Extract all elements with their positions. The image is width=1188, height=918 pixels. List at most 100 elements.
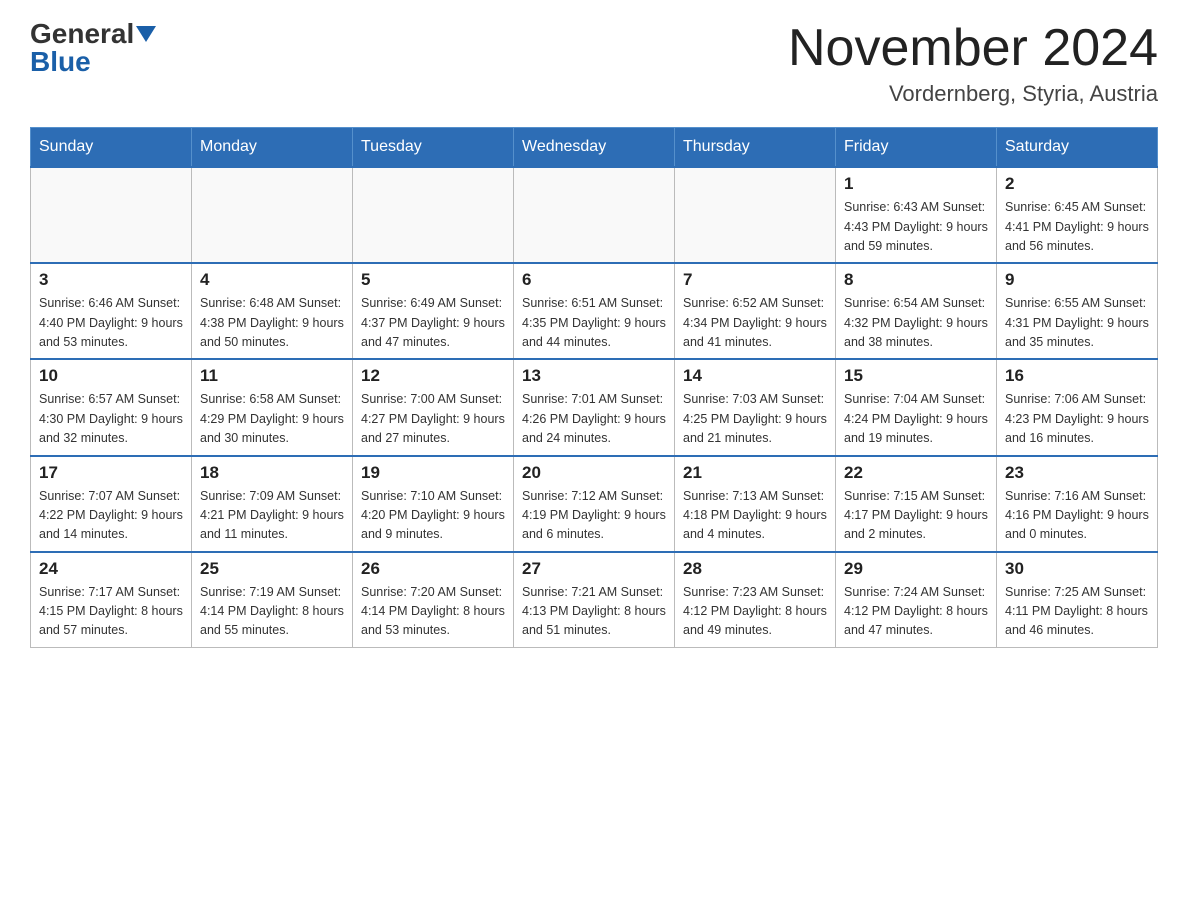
day-info: Sunrise: 6:48 AM Sunset: 4:38 PM Dayligh…	[200, 294, 344, 352]
calendar-cell	[31, 167, 192, 263]
calendar-cell: 4 Sunrise: 6:48 AM Sunset: 4:38 PM Daylig…	[192, 263, 353, 359]
day-info: Sunrise: 6:55 AM Sunset: 4:31 PM Dayligh…	[1005, 294, 1149, 352]
day-number: 28	[683, 559, 827, 579]
calendar-cell: 19 Sunrise: 7:10 AM Sunset: 4:20 PM Dayli…	[353, 456, 514, 552]
logo-triangle-icon	[136, 26, 156, 42]
day-info: Sunrise: 6:57 AM Sunset: 4:30 PM Dayligh…	[39, 390, 183, 448]
calendar-cell: 10Sunrise: 6:57 AM Sunset: 4:30 PM Dayli…	[31, 359, 192, 455]
day-number: 13	[522, 366, 666, 386]
calendar-cell: 11 Sunrise: 6:58 AM Sunset: 4:29 PM Dayli…	[192, 359, 353, 455]
week-row-3: 10Sunrise: 6:57 AM Sunset: 4:30 PM Dayli…	[31, 359, 1158, 455]
week-row-1: 1 Sunrise: 6:43 AM Sunset: 4:43 PM Daylig…	[31, 167, 1158, 263]
day-info: Sunrise: 6:58 AM Sunset: 4:29 PM Dayligh…	[200, 390, 344, 448]
calendar-cell	[353, 167, 514, 263]
day-info: Sunrise: 7:25 AM Sunset: 4:11 PM Dayligh…	[1005, 583, 1149, 641]
day-info: Sunrise: 7:01 AM Sunset: 4:26 PM Dayligh…	[522, 390, 666, 448]
day-number: 18	[200, 463, 344, 483]
day-number: 22	[844, 463, 988, 483]
weekday-header-monday: Monday	[192, 128, 353, 168]
day-number: 2	[1005, 174, 1149, 194]
day-number: 9	[1005, 270, 1149, 290]
week-row-2: 3 Sunrise: 6:46 AM Sunset: 4:40 PM Daylig…	[31, 263, 1158, 359]
calendar-cell: 1 Sunrise: 6:43 AM Sunset: 4:43 PM Daylig…	[836, 167, 997, 263]
day-info: Sunrise: 7:15 AM Sunset: 4:17 PM Dayligh…	[844, 487, 988, 545]
day-number: 23	[1005, 463, 1149, 483]
day-info: Sunrise: 7:04 AM Sunset: 4:24 PM Dayligh…	[844, 390, 988, 448]
day-info: Sunrise: 7:10 AM Sunset: 4:20 PM Dayligh…	[361, 487, 505, 545]
month-title: November 2024	[788, 20, 1158, 77]
calendar-cell: 7 Sunrise: 6:52 AM Sunset: 4:34 PM Daylig…	[675, 263, 836, 359]
day-number: 6	[522, 270, 666, 290]
week-row-4: 17 Sunrise: 7:07 AM Sunset: 4:22 PM Dayli…	[31, 456, 1158, 552]
day-info: Sunrise: 7:17 AM Sunset: 4:15 PM Dayligh…	[39, 583, 183, 641]
day-info: Sunrise: 6:54 AM Sunset: 4:32 PM Dayligh…	[844, 294, 988, 352]
calendar-cell: 3 Sunrise: 6:46 AM Sunset: 4:40 PM Daylig…	[31, 263, 192, 359]
day-info: Sunrise: 7:09 AM Sunset: 4:21 PM Dayligh…	[200, 487, 344, 545]
page-header: General Blue November 2024 Vordernberg, …	[30, 20, 1158, 107]
day-info: Sunrise: 6:43 AM Sunset: 4:43 PM Dayligh…	[844, 198, 988, 256]
calendar-cell: 13 Sunrise: 7:01 AM Sunset: 4:26 PM Dayli…	[514, 359, 675, 455]
day-info: Sunrise: 7:00 AM Sunset: 4:27 PM Dayligh…	[361, 390, 505, 448]
day-number: 25	[200, 559, 344, 579]
day-number: 3	[39, 270, 183, 290]
calendar-cell: 9 Sunrise: 6:55 AM Sunset: 4:31 PM Daylig…	[997, 263, 1158, 359]
day-number: 4	[200, 270, 344, 290]
day-info: Sunrise: 6:51 AM Sunset: 4:35 PM Dayligh…	[522, 294, 666, 352]
day-number: 1	[844, 174, 988, 194]
weekday-header-row: SundayMondayTuesdayWednesdayThursdayFrid…	[31, 128, 1158, 168]
calendar-cell: 20 Sunrise: 7:12 AM Sunset: 4:19 PM Dayli…	[514, 456, 675, 552]
week-row-5: 24 Sunrise: 7:17 AM Sunset: 4:15 PM Dayli…	[31, 552, 1158, 648]
calendar-cell: 27Sunrise: 7:21 AM Sunset: 4:13 PM Dayli…	[514, 552, 675, 648]
day-number: 17	[39, 463, 183, 483]
day-number: 29	[844, 559, 988, 579]
day-info: Sunrise: 6:52 AM Sunset: 4:34 PM Dayligh…	[683, 294, 827, 352]
day-info: Sunrise: 7:13 AM Sunset: 4:18 PM Dayligh…	[683, 487, 827, 545]
day-number: 21	[683, 463, 827, 483]
weekday-header-friday: Friday	[836, 128, 997, 168]
calendar-cell: 21 Sunrise: 7:13 AM Sunset: 4:18 PM Dayli…	[675, 456, 836, 552]
day-info: Sunrise: 7:24 AM Sunset: 4:12 PM Dayligh…	[844, 583, 988, 641]
day-number: 12	[361, 366, 505, 386]
day-number: 19	[361, 463, 505, 483]
day-number: 26	[361, 559, 505, 579]
weekday-header-saturday: Saturday	[997, 128, 1158, 168]
calendar-cell: 29 Sunrise: 7:24 AM Sunset: 4:12 PM Dayli…	[836, 552, 997, 648]
calendar-cell: 5 Sunrise: 6:49 AM Sunset: 4:37 PM Daylig…	[353, 263, 514, 359]
day-number: 20	[522, 463, 666, 483]
day-info: Sunrise: 6:46 AM Sunset: 4:40 PM Dayligh…	[39, 294, 183, 352]
day-info: Sunrise: 7:03 AM Sunset: 4:25 PM Dayligh…	[683, 390, 827, 448]
calendar-cell: 12 Sunrise: 7:00 AM Sunset: 4:27 PM Dayli…	[353, 359, 514, 455]
calendar-cell: 17 Sunrise: 7:07 AM Sunset: 4:22 PM Dayli…	[31, 456, 192, 552]
day-number: 15	[844, 366, 988, 386]
day-number: 7	[683, 270, 827, 290]
day-number: 16	[1005, 366, 1149, 386]
day-info: Sunrise: 7:23 AM Sunset: 4:12 PM Dayligh…	[683, 583, 827, 641]
day-info: Sunrise: 7:12 AM Sunset: 4:19 PM Dayligh…	[522, 487, 666, 545]
day-info: Sunrise: 7:20 AM Sunset: 4:14 PM Dayligh…	[361, 583, 505, 641]
day-info: Sunrise: 7:19 AM Sunset: 4:14 PM Dayligh…	[200, 583, 344, 641]
day-info: Sunrise: 7:16 AM Sunset: 4:16 PM Dayligh…	[1005, 487, 1149, 545]
weekday-header-thursday: Thursday	[675, 128, 836, 168]
day-info: Sunrise: 7:07 AM Sunset: 4:22 PM Dayligh…	[39, 487, 183, 545]
calendar-cell	[514, 167, 675, 263]
logo-blue-text: Blue	[30, 46, 91, 77]
day-number: 24	[39, 559, 183, 579]
day-info: Sunrise: 6:45 AM Sunset: 4:41 PM Dayligh…	[1005, 198, 1149, 256]
calendar-cell: 2 Sunrise: 6:45 AM Sunset: 4:41 PM Daylig…	[997, 167, 1158, 263]
day-info: Sunrise: 6:49 AM Sunset: 4:37 PM Dayligh…	[361, 294, 505, 352]
calendar-cell: 8Sunrise: 6:54 AM Sunset: 4:32 PM Daylig…	[836, 263, 997, 359]
day-info: Sunrise: 7:06 AM Sunset: 4:23 PM Dayligh…	[1005, 390, 1149, 448]
calendar-cell: 26 Sunrise: 7:20 AM Sunset: 4:14 PM Dayli…	[353, 552, 514, 648]
day-number: 11	[200, 366, 344, 386]
day-number: 5	[361, 270, 505, 290]
logo: General Blue	[30, 20, 156, 76]
weekday-header-tuesday: Tuesday	[353, 128, 514, 168]
calendar-cell: 15 Sunrise: 7:04 AM Sunset: 4:24 PM Dayli…	[836, 359, 997, 455]
calendar-cell: 28 Sunrise: 7:23 AM Sunset: 4:12 PM Dayli…	[675, 552, 836, 648]
calendar-cell: 22 Sunrise: 7:15 AM Sunset: 4:17 PM Dayli…	[836, 456, 997, 552]
calendar-table: SundayMondayTuesdayWednesdayThursdayFrid…	[30, 127, 1158, 648]
day-number: 30	[1005, 559, 1149, 579]
calendar-cell: 23 Sunrise: 7:16 AM Sunset: 4:16 PM Dayli…	[997, 456, 1158, 552]
weekday-header-sunday: Sunday	[31, 128, 192, 168]
calendar-cell: 6 Sunrise: 6:51 AM Sunset: 4:35 PM Daylig…	[514, 263, 675, 359]
